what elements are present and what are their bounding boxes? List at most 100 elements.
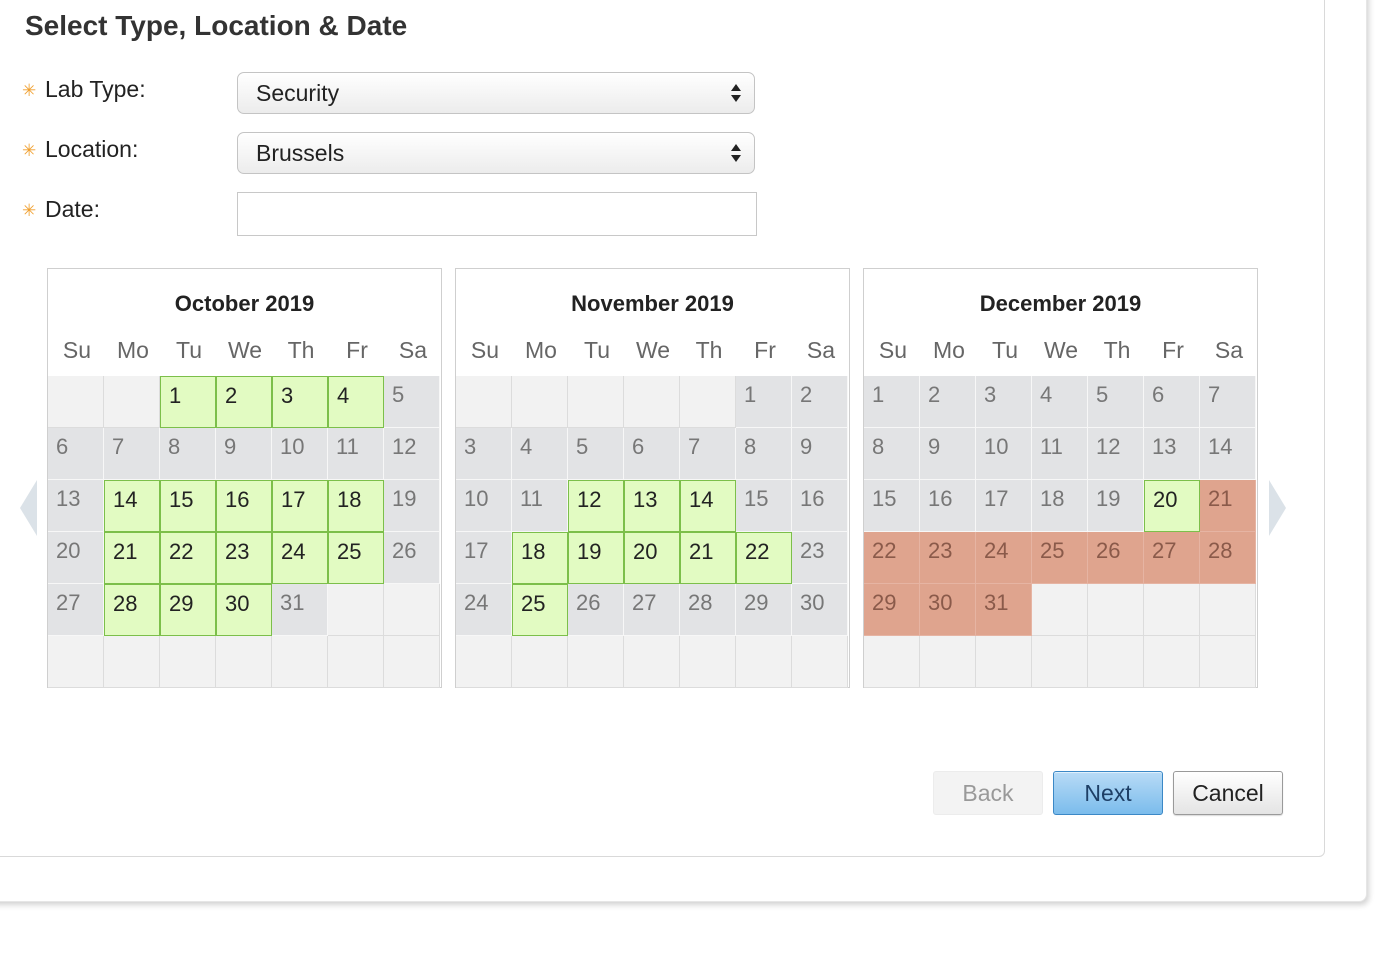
fully-booked-day-cell: 23 [920,532,976,584]
day-number: 25 [337,539,362,564]
weekday-label: Fr [1162,337,1184,363]
available-day-cell[interactable]: 25 [512,584,568,636]
available-day-cell[interactable]: 20 [1144,480,1200,532]
chevron-left-icon[interactable] [20,480,37,536]
lab-type-select[interactable]: Security [237,72,755,114]
day-number: 8 [872,434,885,459]
weekday-label: We [635,337,671,363]
available-day-cell[interactable]: 28 [104,584,160,636]
chevron-right-icon[interactable] [1269,480,1286,536]
calendar-month: October 2019 Su Mo Tu We Th Fr Sa 1 2 3 4 5 6 7 8 9 10 1… [47,268,442,688]
cancel-button[interactable]: Cancel [1173,771,1283,815]
weekday-label: Mo [525,337,557,363]
available-day-cell[interactable]: 16 [216,480,272,532]
empty-day-cell [1088,636,1144,688]
fully-booked-day-cell: 24 [976,532,1032,584]
back-button[interactable]: Back [933,771,1043,815]
unavailable-day-cell: 31 [272,584,328,636]
available-day-cell[interactable]: 21 [104,532,160,584]
available-day-cell[interactable]: 14 [104,480,160,532]
unavailable-day-cell: 13 [48,480,104,532]
lab-type-row: ✳ Lab Type: Security [22,72,762,116]
available-day-cell[interactable]: 4 [328,376,384,428]
unavailable-day-cell: 8 [864,428,920,480]
unavailable-day-cell: 29 [736,584,792,636]
empty-day-cell [568,376,624,428]
weekday-label: Sa [398,337,428,363]
unavailable-day-cell: 9 [920,428,976,480]
day-number: 12 [577,487,602,512]
day-number: 11 [336,434,359,459]
available-day-cell[interactable]: 12 [568,480,624,532]
day-number: 28 [1208,538,1233,563]
available-day-cell[interactable]: 21 [680,532,736,584]
empty-day-cell [512,636,568,688]
day-number: 14 [689,487,714,512]
available-day-cell[interactable]: 18 [512,532,568,584]
fully-booked-day-cell: 28 [1200,532,1256,584]
day-number: 26 [576,590,601,615]
day-number: 22 [169,539,194,564]
available-day-cell[interactable]: 22 [160,532,216,584]
day-number: 30 [800,590,825,615]
empty-day-cell [328,584,384,636]
available-day-cell[interactable]: 18 [328,480,384,532]
available-day-cell[interactable]: 24 [272,532,328,584]
day-number: 25 [521,591,546,616]
available-day-cell[interactable]: 30 [216,584,272,636]
available-day-cell[interactable]: 15 [160,480,216,532]
empty-day-cell [328,636,384,688]
day-number: 26 [392,538,417,563]
day-number: 13 [1152,434,1177,459]
empty-day-cell [680,636,736,688]
empty-day-cell [864,636,920,688]
empty-day-cell [1032,636,1088,688]
empty-day-cell [104,376,160,428]
day-number: 11 [1040,434,1063,459]
day-number: 25 [1040,538,1065,563]
unavailable-day-cell: 11 [328,428,384,480]
available-day-cell[interactable]: 20 [624,532,680,584]
location-select[interactable]: Brussels [237,132,755,174]
day-number: 30 [225,591,250,616]
day-number: 16 [225,487,250,512]
day-number: 23 [225,539,250,564]
available-day-cell[interactable]: 23 [216,532,272,584]
day-number: 9 [928,434,941,459]
day-number: 19 [1096,486,1121,511]
day-number: 24 [281,539,306,564]
weekday-label: Th [287,337,315,363]
day-number: 14 [1208,434,1233,459]
available-day-cell[interactable]: 14 [680,480,736,532]
available-day-cell[interactable]: 1 [160,376,216,428]
day-number: 31 [984,590,1009,615]
unavailable-day-cell: 3 [976,376,1032,428]
day-number: 8 [168,434,181,459]
next-button[interactable]: Next [1053,771,1163,815]
date-input[interactable] [237,192,757,236]
available-day-cell[interactable]: 3 [272,376,328,428]
unavailable-day-cell: 16 [792,480,848,532]
unavailable-day-cell: 6 [1144,376,1200,428]
unavailable-day-cell: 9 [792,428,848,480]
empty-day-cell [680,376,736,428]
weekday-label: Su [62,337,92,363]
available-day-cell[interactable]: 22 [736,532,792,584]
available-day-cell[interactable]: 25 [328,532,384,584]
location-value: Brussels [256,140,345,166]
calendar-month-title: November 2019 [571,291,734,316]
empty-day-cell [1200,636,1256,688]
empty-day-cell [216,636,272,688]
day-number: 24 [464,590,489,615]
day-number: 14 [113,487,138,512]
available-day-cell[interactable]: 13 [624,480,680,532]
day-number: 8 [744,434,757,459]
fully-booked-day-cell: 30 [920,584,976,636]
available-day-cell[interactable]: 19 [568,532,624,584]
available-day-cell[interactable]: 29 [160,584,216,636]
available-day-cell[interactable]: 2 [216,376,272,428]
calendar-month: November 2019 Su Mo Tu We Th Fr Sa 1 2 3 4 5 6 7 8 9 10… [455,268,850,688]
unavailable-day-cell: 10 [272,428,328,480]
day-number: 13 [56,486,81,511]
available-day-cell[interactable]: 17 [272,480,328,532]
